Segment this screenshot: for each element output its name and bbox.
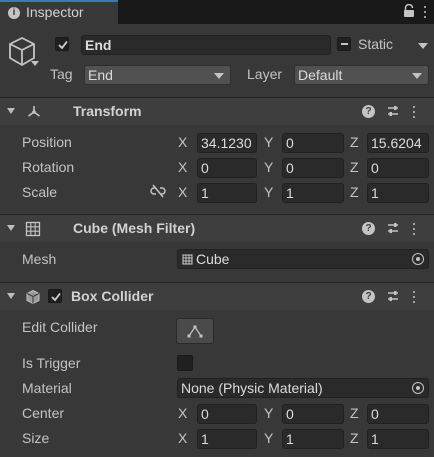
scale-x-field[interactable]: 1 — [197, 183, 257, 203]
edit-collider-button[interactable] — [176, 318, 214, 344]
foldout-arrow-icon[interactable] — [7, 293, 15, 299]
layer-dropdown[interactable]: Default — [294, 65, 429, 85]
axis-x-label[interactable]: X — [178, 184, 187, 200]
mesh-object-field[interactable]: Cube — [177, 249, 429, 269]
mesh-value: Cube — [196, 251, 230, 267]
material-value: None (Physic Material) — [181, 380, 323, 396]
material-label: Material — [22, 380, 72, 396]
axis-y-label[interactable]: Y — [264, 134, 273, 150]
size-label: Size — [22, 430, 50, 446]
is-trigger-checkbox[interactable] — [177, 355, 193, 371]
rotation-label: Rotation — [22, 159, 75, 175]
position-z-field[interactable]: 15.6204 — [367, 133, 429, 153]
scale-y-field[interactable]: 1 — [282, 183, 344, 203]
axis-x-label[interactable]: X — [178, 134, 187, 150]
position-label: Position — [22, 134, 72, 150]
position-y-field[interactable]: 0 — [282, 133, 344, 153]
axis-z-label[interactable]: Z — [350, 134, 359, 150]
tag-label: Tag — [50, 66, 73, 82]
chevron-down-icon — [412, 73, 422, 79]
center-z-field[interactable]: 0 — [367, 404, 429, 424]
box-collider-title: Box Collider — [71, 288, 154, 304]
checkmark-icon — [51, 292, 61, 302]
more-options-icon[interactable] — [410, 221, 418, 237]
object-picker-icon[interactable] — [412, 382, 424, 394]
tag-dropdown[interactable]: End — [84, 65, 231, 85]
checkmark-icon — [58, 40, 68, 50]
presets-icon[interactable] — [386, 221, 400, 235]
axis-y-label[interactable]: Y — [264, 184, 273, 200]
help-icon[interactable]: ? — [362, 105, 375, 118]
size-z-field[interactable]: 1 — [367, 429, 429, 449]
foldout-arrow-icon[interactable] — [7, 225, 15, 231]
transform-title: Transform — [73, 103, 142, 119]
axis-x-label[interactable]: X — [178, 405, 187, 421]
mesh-grid-icon — [182, 254, 193, 265]
rotation-z-field[interactable]: 0 — [367, 158, 429, 178]
axis-x-label[interactable]: X — [178, 430, 187, 446]
axis-z-label[interactable]: Z — [350, 405, 359, 421]
info-icon: i — [8, 7, 20, 19]
active-checkbox[interactable] — [55, 37, 69, 51]
static-dropdown-arrow[interactable] — [418, 43, 428, 49]
scale-z-field[interactable]: 1 — [367, 183, 429, 203]
axis-y-label[interactable]: Y — [264, 159, 273, 175]
static-label: Static — [358, 36, 394, 52]
box-collider-icon — [26, 289, 40, 305]
presets-icon[interactable] — [386, 289, 400, 303]
presets-icon[interactable] — [386, 104, 400, 118]
edit-collider-label: Edit Collider — [22, 319, 98, 335]
foldout-arrow-icon[interactable] — [7, 108, 15, 114]
center-x-field[interactable]: 0 — [197, 404, 257, 424]
lock-icon[interactable] — [402, 4, 416, 18]
center-label: Center — [22, 405, 65, 421]
position-x-field[interactable]: 34.1230 — [197, 133, 257, 153]
rotation-x-field[interactable]: 0 — [197, 158, 257, 178]
edit-collider-icon — [187, 325, 203, 338]
size-x-field[interactable]: 1 — [197, 429, 257, 449]
more-options-icon[interactable] — [410, 104, 418, 120]
axis-x-label[interactable]: X — [178, 159, 187, 175]
help-icon[interactable]: ? — [362, 222, 375, 235]
transform-axes-icon — [28, 106, 40, 117]
mesh-grid-icon — [25, 221, 41, 237]
more-options-icon[interactable] — [410, 289, 418, 305]
tab-menu-icon[interactable] — [421, 4, 429, 20]
tag-value: End — [88, 67, 113, 83]
name-field[interactable]: End — [81, 35, 331, 55]
tab-inspector[interactable]: i Inspector — [0, 0, 118, 24]
axis-y-label[interactable]: Y — [264, 430, 273, 446]
center-y-field[interactable]: 0 — [282, 404, 344, 424]
constrain-proportions-icon[interactable] — [150, 184, 166, 198]
axis-z-label[interactable]: Z — [350, 159, 359, 175]
help-icon[interactable]: ? — [362, 290, 375, 303]
tab-label: Inspector — [26, 4, 84, 20]
is-trigger-label: Is Trigger — [22, 355, 81, 371]
layer-value: Default — [298, 67, 343, 83]
box-collider-header[interactable]: Box Collider ? — [0, 282, 434, 310]
axis-y-label[interactable]: Y — [264, 405, 273, 421]
box-collider-enabled-checkbox[interactable] — [48, 289, 62, 303]
rotation-y-field[interactable]: 0 — [282, 158, 344, 178]
static-checkbox[interactable] — [337, 37, 351, 51]
object-picker-icon[interactable] — [412, 253, 424, 265]
size-y-field[interactable]: 1 — [282, 429, 344, 449]
material-object-field[interactable]: None (Physic Material) — [177, 378, 429, 398]
layer-label: Layer — [247, 66, 283, 82]
mesh-label: Mesh — [22, 251, 57, 267]
icon-dropdown-arrow[interactable] — [31, 61, 39, 66]
mesh-filter-title: Cube (Mesh Filter) — [73, 220, 196, 236]
transform-header[interactable]: Transform ? — [0, 97, 434, 125]
mesh-filter-header[interactable]: Cube (Mesh Filter) ? — [0, 214, 434, 242]
axis-z-label[interactable]: Z — [350, 430, 359, 446]
chevron-down-icon — [214, 73, 224, 79]
scale-label: Scale — [22, 184, 58, 200]
axis-z-label[interactable]: Z — [350, 184, 359, 200]
